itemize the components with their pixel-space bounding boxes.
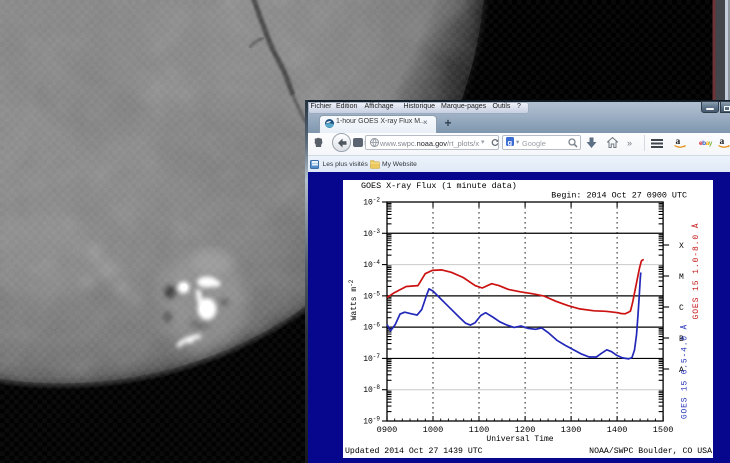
svg-text:1100: 1100 bbox=[469, 425, 490, 435]
svg-text:M: M bbox=[679, 273, 684, 282]
svg-text:10-4: 10-4 bbox=[363, 259, 380, 270]
svg-text:Updated 2014 Oct 27 1439 UTC: Updated 2014 Oct 27 1439 UTC bbox=[345, 446, 483, 456]
svg-text:Begin: 2014 Oct 27 0900 UTC: Begin: 2014 Oct 27 0900 UTC bbox=[551, 191, 687, 201]
svg-text:10-7: 10-7 bbox=[363, 353, 380, 364]
svg-text:10-3: 10-3 bbox=[363, 228, 380, 239]
svg-text:1200: 1200 bbox=[515, 425, 536, 435]
svg-text:C: C bbox=[679, 304, 684, 313]
svg-text:0900: 0900 bbox=[377, 425, 398, 435]
svg-text:GOES 15 0.5-4.0 Å: GOES 15 0.5-4.0 Å bbox=[681, 324, 690, 419]
svg-text:X: X bbox=[679, 242, 684, 251]
svg-text:10-2: 10-2 bbox=[363, 197, 380, 208]
svg-text:1500: 1500 bbox=[653, 425, 674, 435]
svg-text:Universal Time: Universal Time bbox=[486, 435, 553, 444]
svg-text:10-8: 10-8 bbox=[363, 384, 380, 395]
svg-text:1300: 1300 bbox=[561, 425, 582, 435]
svg-text:Watts m-2: Watts m-2 bbox=[348, 279, 359, 320]
svg-text:NOAA/SWPC Boulder, CO USA: NOAA/SWPC Boulder, CO USA bbox=[589, 446, 712, 456]
svg-text:GOES 15 1.0-8.0 Å: GOES 15 1.0-8.0 Å bbox=[692, 223, 701, 320]
svg-text:10-6: 10-6 bbox=[363, 322, 380, 333]
svg-text:1000: 1000 bbox=[423, 425, 444, 435]
svg-text:GOES X-ray Flux (1 minute data: GOES X-ray Flux (1 minute data) bbox=[361, 181, 517, 191]
svg-text:1400: 1400 bbox=[607, 425, 628, 435]
svg-text:10-5: 10-5 bbox=[363, 290, 380, 301]
